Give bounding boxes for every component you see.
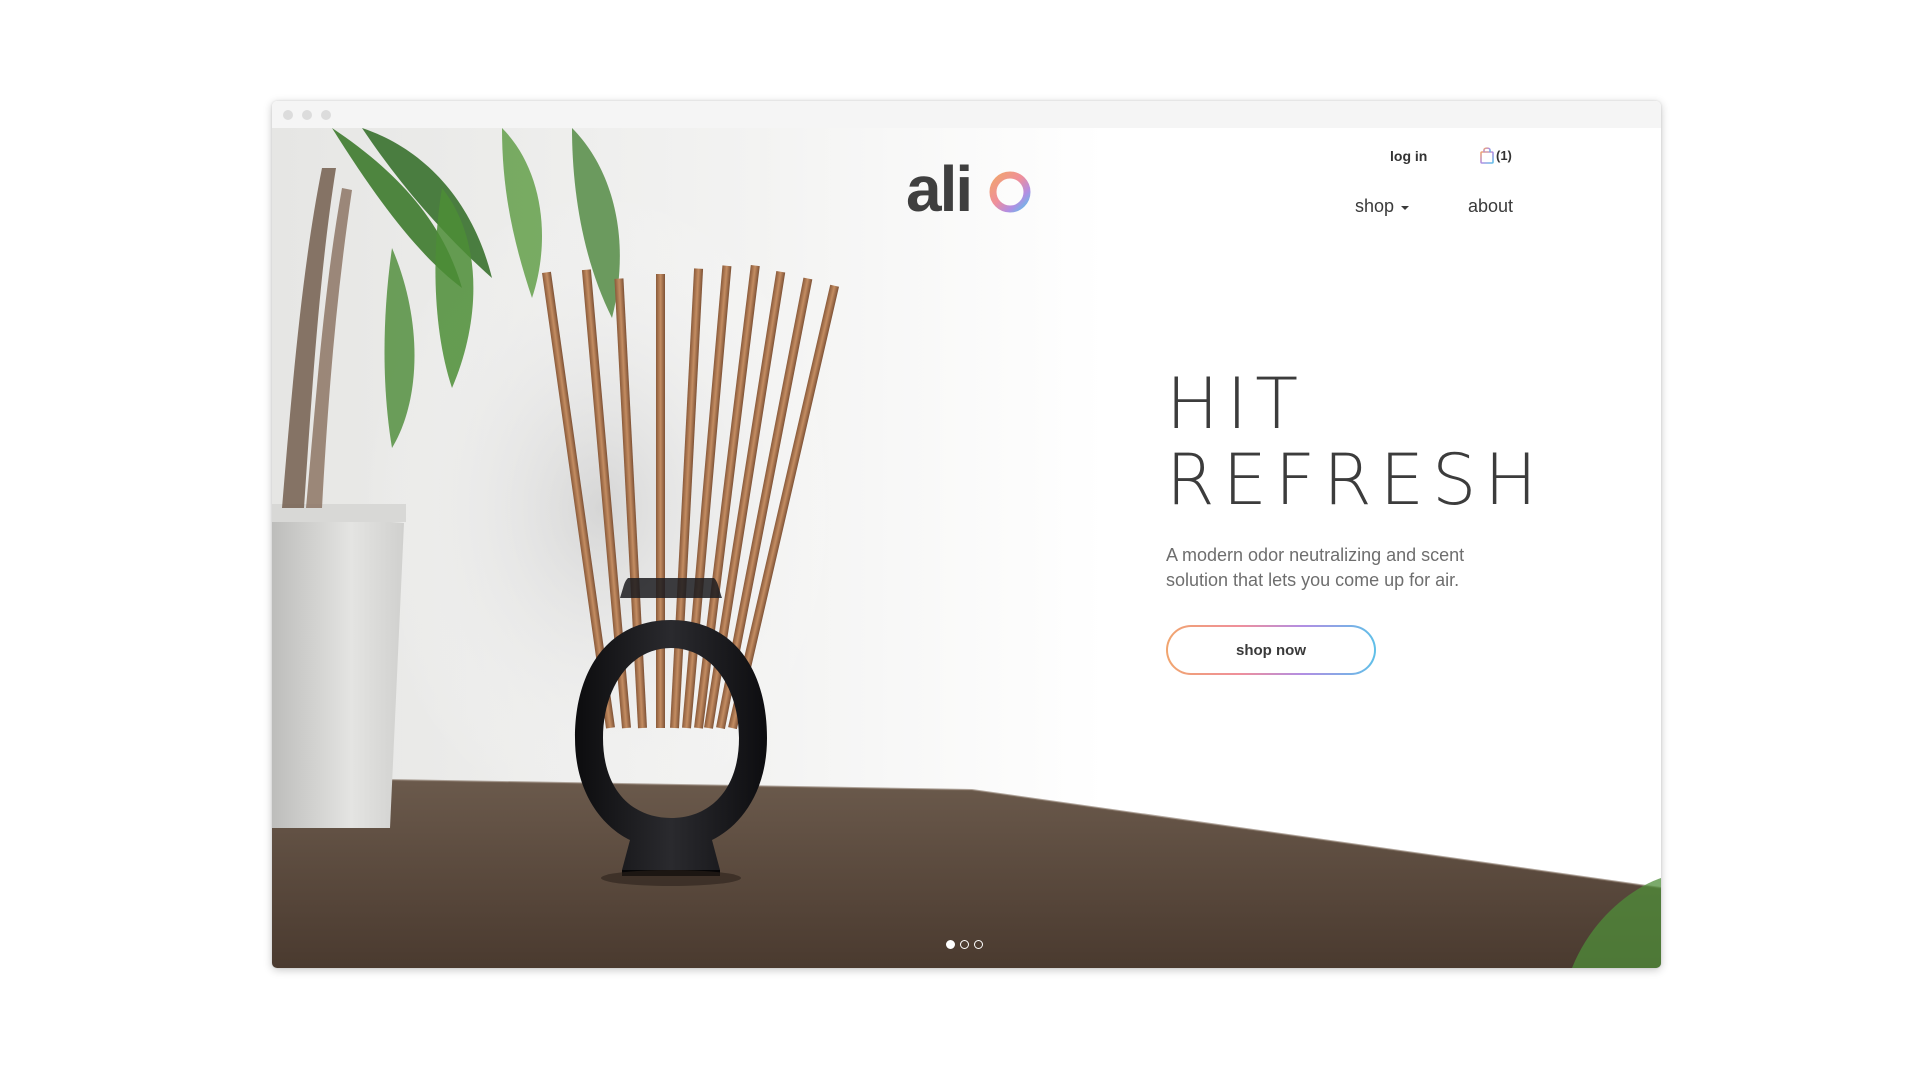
shop-now-button[interactable]: shop now: [1166, 625, 1376, 675]
carousel-dot-1[interactable]: [946, 940, 955, 949]
hero-headline-line1: HIT: [1166, 363, 1307, 445]
nav-about[interactable]: about: [1468, 196, 1513, 217]
svg-text:ali: ali: [906, 154, 971, 224]
hero-headline: HIT REFRESH: [1166, 366, 1545, 518]
window-close-dot[interactable]: [283, 110, 293, 120]
alio-logo[interactable]: ali: [906, 154, 1036, 224]
hero-headline-line2: REFRESH: [1166, 439, 1546, 521]
browser-window: ali log in (1) shop about HIT REFRESH A …: [272, 101, 1661, 968]
browser-titlebar: [272, 101, 1661, 129]
login-link[interactable]: log in: [1390, 148, 1427, 164]
hero-subtext: A modern odor neutralizing and scent sol…: [1166, 545, 1465, 590]
nav-shop[interactable]: shop: [1355, 196, 1410, 217]
nav-about-label: about: [1468, 196, 1514, 216]
cart-count: (1): [1496, 147, 1512, 163]
shopping-bag-icon: [1480, 147, 1494, 164]
carousel-dot-2[interactable]: [960, 940, 969, 949]
chevron-down-icon: [1401, 206, 1410, 210]
hero-section: ali log in (1) shop about HIT REFRESH A …: [272, 128, 1661, 968]
carousel-pagination: [946, 940, 983, 949]
carousel-dot-3[interactable]: [974, 940, 983, 949]
nav-shop-label: shop: [1355, 196, 1395, 216]
window-maximize-dot[interactable]: [321, 110, 331, 120]
shop-now-label: shop now: [1168, 627, 1374, 673]
window-minimize-dot[interactable]: [302, 110, 312, 120]
cart-button[interactable]: (1): [1480, 146, 1512, 164]
